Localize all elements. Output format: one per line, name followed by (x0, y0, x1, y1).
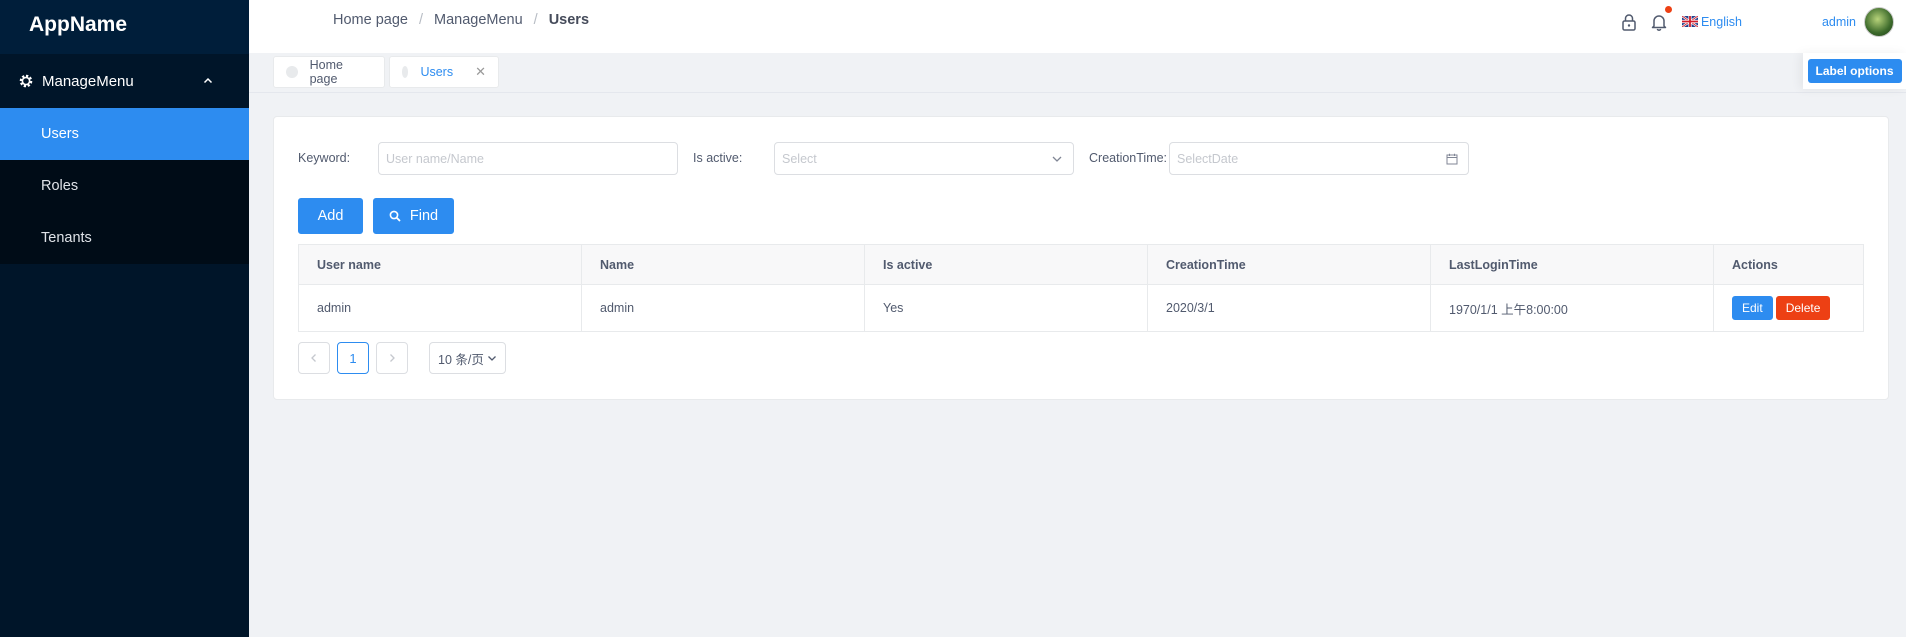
page-button-current[interactable]: 1 (337, 342, 369, 374)
delete-button[interactable]: Delete (1775, 296, 1831, 320)
sidebar-item-users[interactable]: Users (0, 108, 249, 160)
sidebar-group-label: ManageMenu (42, 72, 134, 90)
breadcrumb: Home page / ManageMenu / Users (333, 12, 589, 28)
column-header-user-name[interactable]: User name (298, 244, 582, 285)
is-active-placeholder: Select (782, 151, 817, 166)
edit-button[interactable]: Edit (1732, 296, 1773, 320)
creation-time-placeholder: SelectDate (1177, 151, 1239, 166)
chevron-up-icon (203, 77, 213, 84)
sidebar-item-roles[interactable]: Roles (0, 160, 249, 212)
keyword-input[interactable] (386, 151, 677, 166)
tag-status-dot (286, 66, 298, 78)
notifications-button[interactable] (1649, 5, 1672, 32)
users-table: User name Name Is active CreationTime La… (298, 244, 1864, 332)
label-options-wrap: Label options (1803, 53, 1906, 89)
find-button[interactable]: Find (373, 198, 454, 234)
sidebar-group-managemenu[interactable]: ManageMenu (0, 54, 249, 108)
language-label: English (1700, 14, 1742, 29)
column-header-actions: Actions (1713, 244, 1864, 285)
sidebar-submenu: Users Roles Tenants (0, 108, 249, 264)
cell-user-name: admin (298, 284, 582, 332)
uk-flag-icon (1681, 16, 1698, 27)
header-actions: English admin (1619, 0, 1906, 43)
tag-users[interactable]: Users ✕ (389, 56, 499, 88)
next-page-button[interactable] (376, 342, 408, 374)
page-size-label: 10 条/页 (438, 352, 484, 367)
breadcrumb-managemenu[interactable]: ManageMenu (434, 12, 523, 28)
sidebar: AppName ManageMenu Users Roles Tenants (0, 0, 249, 637)
page-size-select[interactable]: 10 条/页 (429, 342, 506, 374)
avatar[interactable] (1864, 6, 1894, 37)
breadcrumb-home[interactable]: Home page (333, 12, 408, 28)
column-header-name[interactable]: Name (581, 244, 865, 285)
users-card: Keyword: Is active: Select CreationTime:… (273, 116, 1889, 400)
is-active-label: Is active: (693, 151, 743, 165)
close-icon[interactable]: ✕ (475, 64, 486, 80)
creation-time-picker[interactable]: SelectDate (1169, 142, 1469, 175)
tag-status-dot (402, 66, 409, 78)
table-row: admin admin Yes 2020/3/1 1970/1/1 上午8:00… (298, 284, 1864, 332)
chevron-right-icon (390, 354, 395, 362)
bell-icon (1651, 14, 1667, 31)
cell-is-active: Yes (864, 284, 1148, 332)
prev-page-button[interactable] (298, 342, 330, 374)
keyword-input-wrap (378, 142, 678, 175)
app-name: AppName (0, 0, 249, 54)
column-header-last-login-time[interactable]: LastLoginTime (1430, 244, 1714, 285)
cell-actions: Edit Delete (1714, 285, 1864, 332)
creation-time-label: CreationTime: (1089, 151, 1168, 165)
chevron-left-icon (311, 354, 316, 362)
column-header-creation-time[interactable]: CreationTime (1147, 244, 1431, 285)
tag-label: Users (420, 65, 454, 79)
tags-bar: Home page Users ✕ Label options (249, 53, 1906, 93)
keyword-label: Keyword: (298, 151, 351, 165)
is-active-select[interactable]: Select (774, 142, 1074, 175)
user-menu-name[interactable]: admin (1822, 15, 1856, 29)
search-icon (389, 210, 401, 222)
top-header: Home page / ManageMenu / Users English a… (249, 0, 1906, 53)
chevron-down-icon (487, 356, 496, 361)
sidebar-item-tenants[interactable]: Tenants (0, 212, 249, 264)
cell-last-login-time: 1970/1/1 上午8:00:00 (1430, 284, 1714, 332)
column-header-is-active[interactable]: Is active (864, 244, 1148, 285)
language-switcher[interactable]: English (1681, 14, 1742, 29)
table-header-row: User name Name Is active CreationTime La… (298, 244, 1864, 285)
label-options-button[interactable]: Label options (1807, 59, 1902, 83)
lock-icon[interactable] (1619, 12, 1639, 32)
calendar-icon (1446, 153, 1458, 165)
tag-home[interactable]: Home page (273, 56, 385, 88)
cell-creation-time: 2020/3/1 (1147, 284, 1431, 332)
cell-name: admin (581, 284, 865, 332)
notification-badge (1664, 5, 1672, 13)
chevron-down-icon (1052, 156, 1062, 162)
add-button[interactable]: Add (298, 198, 363, 234)
gear-icon (19, 74, 33, 88)
tag-label: Home page (309, 58, 343, 86)
breadcrumb-current: Users (548, 12, 590, 28)
breadcrumb-separator: / (533, 12, 538, 28)
pagination: 1 10 条/页 (298, 342, 506, 374)
breadcrumb-separator: / (418, 12, 423, 28)
find-label: Find (409, 208, 439, 224)
